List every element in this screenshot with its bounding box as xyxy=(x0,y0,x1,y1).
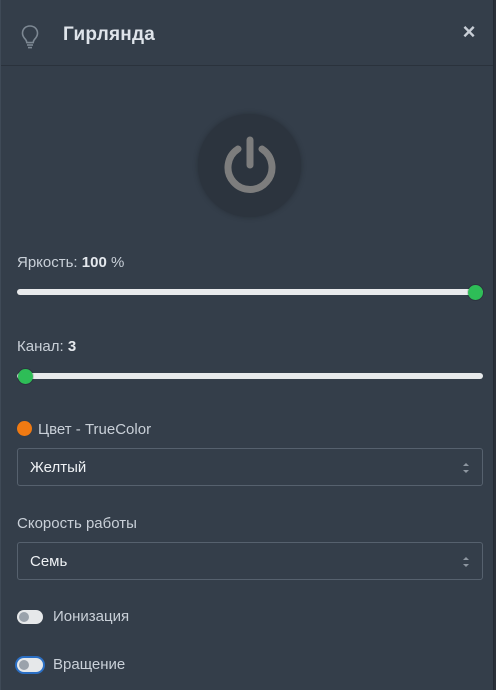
ionization-toggle[interactable] xyxy=(17,610,43,624)
dialog-title: Гирлянда xyxy=(63,24,155,45)
garland-dialog: Гирлянда × Яркость: 100 % Канал: 3 Цвет … xyxy=(0,0,494,690)
color-select-value: Желтый xyxy=(30,459,87,476)
brightness-value: 100 xyxy=(81,254,107,271)
color-label: Цвет - TrueColor xyxy=(17,421,151,438)
channel-label-text: Канал: xyxy=(17,338,64,355)
lightbulb-icon xyxy=(21,25,39,49)
channel-slider-track xyxy=(17,373,483,379)
brightness-slider[interactable] xyxy=(17,285,483,300)
ionization-toggle-knob xyxy=(19,612,29,622)
brightness-label-text: Яркость: xyxy=(17,254,78,271)
close-icon: × xyxy=(462,19,476,44)
rotation-label: Вращение xyxy=(53,656,126,673)
rotation-toggle-knob xyxy=(19,660,29,670)
brightness-label: Яркость: 100 % xyxy=(17,254,124,271)
speed-label: Скорость работы xyxy=(17,515,137,532)
channel-slider[interactable] xyxy=(17,369,483,384)
color-select[interactable]: Желтый xyxy=(17,448,483,486)
brightness-slider-thumb[interactable] xyxy=(468,285,483,300)
color-label-text: Цвет - TrueColor xyxy=(38,421,152,438)
channel-value: 3 xyxy=(67,338,77,355)
close-button[interactable]: × xyxy=(459,19,479,44)
power-button[interactable] xyxy=(198,114,301,217)
power-icon xyxy=(224,136,276,193)
ionization-label: Ионизация xyxy=(53,608,130,625)
speed-select-value: Семь xyxy=(30,553,68,570)
brightness-slider-track xyxy=(17,289,483,295)
select-arrows-icon xyxy=(463,557,469,567)
color-swatch xyxy=(17,421,32,436)
channel-label: Канал: 3 xyxy=(17,338,76,355)
dialog-header: Гирлянда × xyxy=(1,0,493,66)
select-arrows-icon xyxy=(463,463,469,473)
channel-slider-thumb[interactable] xyxy=(18,369,33,384)
speed-select[interactable]: Семь xyxy=(17,542,483,580)
rotation-toggle[interactable] xyxy=(17,658,43,672)
brightness-unit: % xyxy=(110,254,125,271)
